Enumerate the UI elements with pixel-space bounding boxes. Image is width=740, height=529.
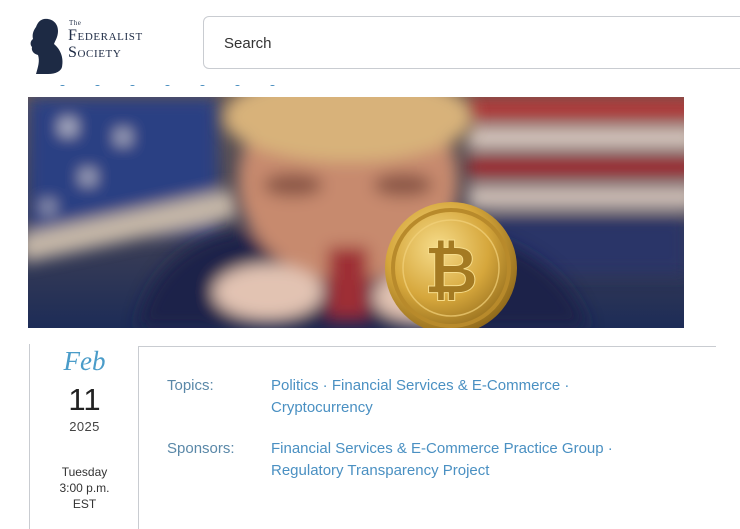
search-input[interactable] (222, 17, 706, 70)
sponsor-link-rtp[interactable]: Regulatory Transparency Project (271, 462, 489, 479)
federalist-society-logo[interactable]: The Federalist Society (28, 17, 178, 75)
logo-line-2: Society (68, 44, 122, 61)
topic-link-cryptocurrency[interactable]: Cryptocurrency (271, 399, 373, 416)
cut-off-heading (60, 76, 360, 86)
hero-illustration: ₿ (28, 97, 684, 328)
topic-link-politics[interactable]: Politics (271, 377, 319, 394)
logo-the: The (69, 19, 82, 27)
topics-list: Politics · Financial Services & E-Commer… (271, 377, 570, 416)
topics-label: Topics: (167, 377, 214, 394)
sponsors-list: Financial Services & E-Commerce Practice… (271, 440, 613, 479)
event-weekday: Tuesday (61, 465, 108, 479)
site-header: The Federalist Society (0, 0, 740, 86)
event-meta: Topics: Politics · Financial Services & … (138, 346, 716, 529)
logo-wordmark: The Federalist Society (68, 19, 143, 61)
silhouette-icon (30, 18, 63, 74)
event-hero-image: ₿ (28, 97, 684, 328)
event-month: Feb (63, 346, 106, 376)
svg-text:₿: ₿ (424, 232, 478, 309)
logo-line-1: Federalist (68, 27, 143, 44)
event-date: Feb 11 2025 Tuesday 3:00 p.m. EST (29, 344, 139, 529)
event-year: 2025 (69, 419, 100, 434)
bitcoin-coin-icon: ₿ (385, 202, 517, 328)
search-box[interactable] (203, 16, 740, 70)
event-timezone: EST (72, 497, 97, 511)
event-day: 11 (68, 382, 101, 417)
topic-link-financial-services[interactable]: Financial Services & E-Commerce (332, 377, 560, 394)
sponsors-label: Sponsors: (167, 440, 235, 457)
sponsor-link-practice-group[interactable]: Financial Services & E-Commerce Practice… (271, 440, 604, 457)
event-time: 3:00 p.m. (59, 481, 110, 495)
